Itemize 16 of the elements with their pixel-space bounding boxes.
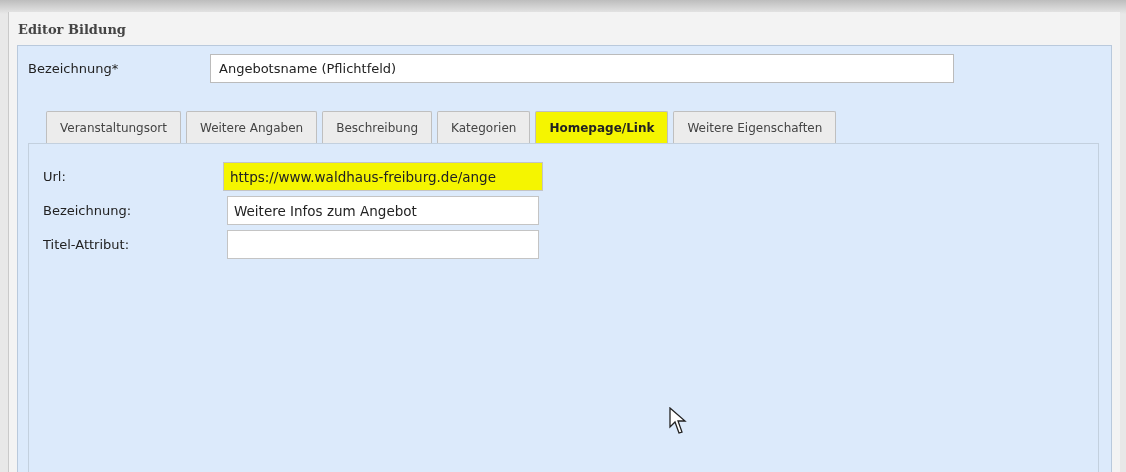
tab[interactable]: Weitere Eigenschaften bbox=[673, 111, 837, 143]
text-field[interactable] bbox=[227, 230, 539, 259]
name-input[interactable]: Angebotsname (Pflichtfeld) bbox=[210, 54, 954, 83]
tab[interactable]: Homepage/Link bbox=[535, 111, 669, 143]
tab[interactable]: Veranstaltungsort bbox=[46, 111, 181, 143]
field-label: Url: bbox=[43, 169, 67, 184]
tab[interactable]: Weitere Angaben bbox=[185, 111, 318, 143]
tab[interactable]: Kategorien bbox=[437, 111, 531, 143]
window-title: Editor Bildung bbox=[17, 21, 127, 39]
field-label: Bezeichnung: bbox=[43, 203, 133, 218]
tab[interactable]: Beschreibung bbox=[322, 111, 433, 143]
field-label: Titel-Attribut: bbox=[43, 237, 131, 252]
mouse-pointer-icon bbox=[669, 407, 687, 435]
text-field[interactable]: Weitere Infos zum Angebot bbox=[227, 196, 539, 225]
text-field[interactable]: https://www.waldhaus-freiburg.de/ange bbox=[223, 162, 543, 191]
field-label: Bezeichnung* bbox=[28, 61, 120, 76]
